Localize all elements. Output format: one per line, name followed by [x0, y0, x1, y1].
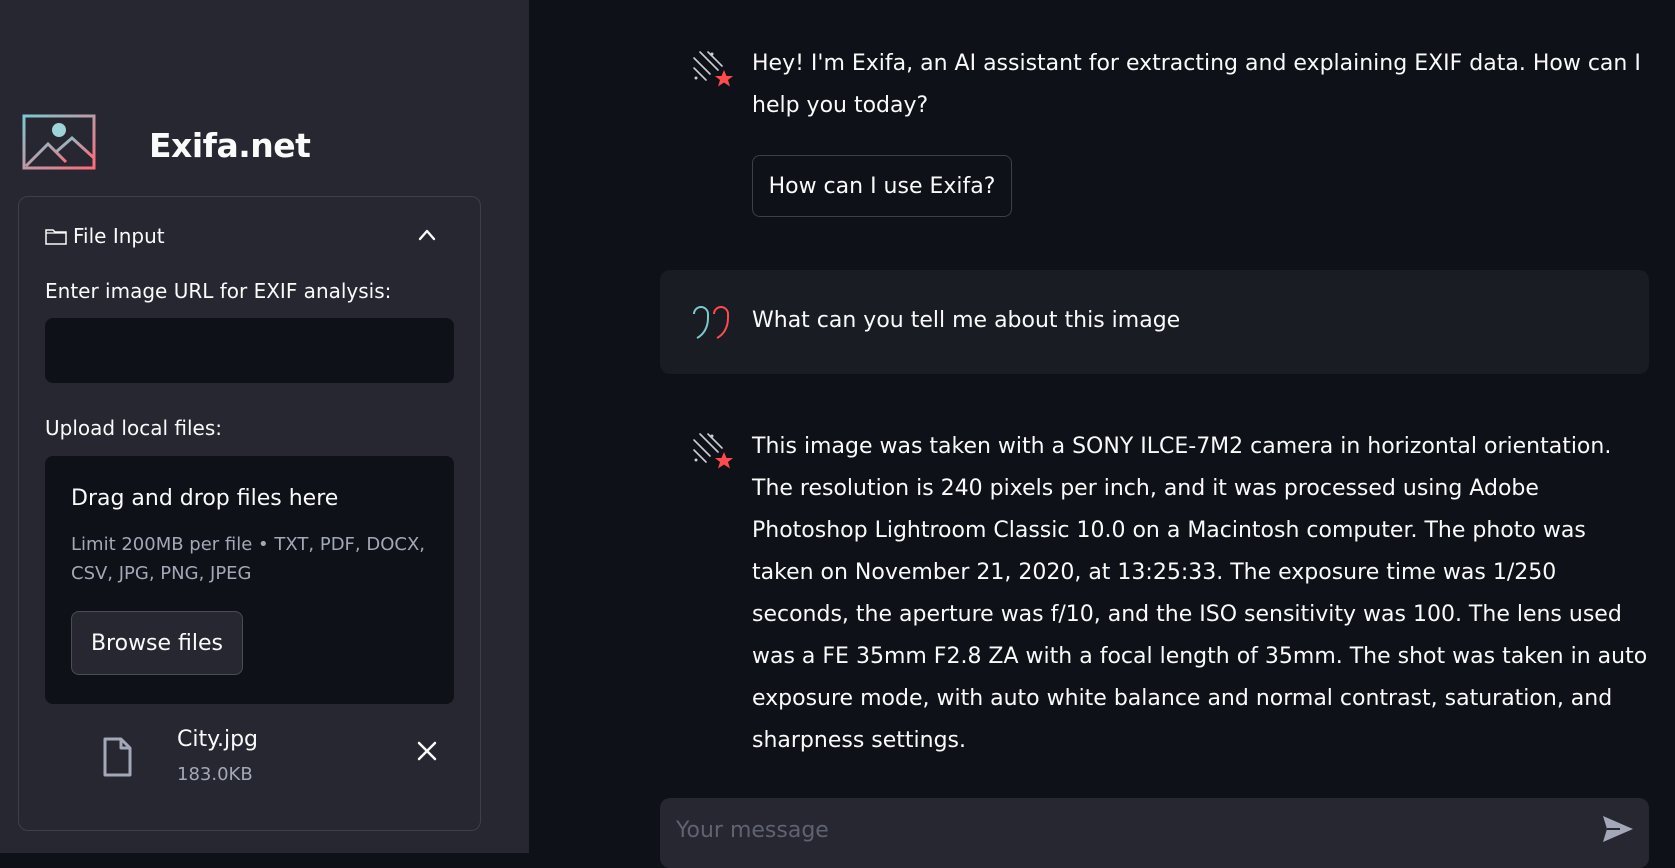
dropzone-limit: Limit 200MB per file • TXT, PDF, DOCX, C… — [71, 534, 426, 584]
file-icon — [103, 737, 132, 777]
uploaded-file: City.jpg 183.0KB — [81, 727, 437, 797]
file-size: 183.0KB — [177, 764, 253, 785]
suggestion-button[interactable]: How can I use Exifa? — [752, 155, 1012, 217]
expander-title: File Input — [73, 224, 165, 248]
assistant-avatar-icon — [693, 51, 733, 87]
chevron-up-icon[interactable] — [417, 225, 437, 245]
brand-title: Exifa.net — [149, 126, 311, 165]
send-icon[interactable] — [1600, 812, 1636, 846]
browse-files-button[interactable]: Browse files — [71, 611, 243, 675]
image-logo-icon — [22, 114, 96, 170]
close-icon[interactable] — [415, 739, 439, 763]
assistant-avatar-icon — [693, 433, 733, 469]
url-label: Enter image URL for EXIF analysis: — [45, 279, 392, 303]
folder-icon — [45, 229, 67, 245]
chat-message-input[interactable] — [674, 812, 1554, 848]
assistant-message: Hey! I'm Exifa, an AI assistant for extr… — [752, 51, 1641, 118]
expander-header[interactable]: File Input — [45, 221, 455, 251]
dropzone-title: Drag and drop files here — [71, 486, 339, 511]
upload-label: Upload local files: — [45, 416, 223, 440]
chat-input-bar — [660, 798, 1649, 868]
file-dropzone[interactable]: Drag and drop files here Limit 200MB per… — [45, 456, 454, 704]
file-input-expander: File Input Enter image URL for EXIF anal… — [18, 196, 481, 831]
brand: Exifa.net — [22, 114, 311, 170]
assistant-message: This image was taken with a SONY ILCE-7M… — [752, 434, 1648, 753]
user-message: What can you tell me about this image — [752, 308, 1181, 333]
user-quote-icon — [693, 306, 729, 339]
image-url-input[interactable] — [45, 318, 454, 383]
sidebar: Exifa.net File Input Enter image URL for… — [0, 0, 529, 853]
file-name: City.jpg — [177, 727, 259, 752]
